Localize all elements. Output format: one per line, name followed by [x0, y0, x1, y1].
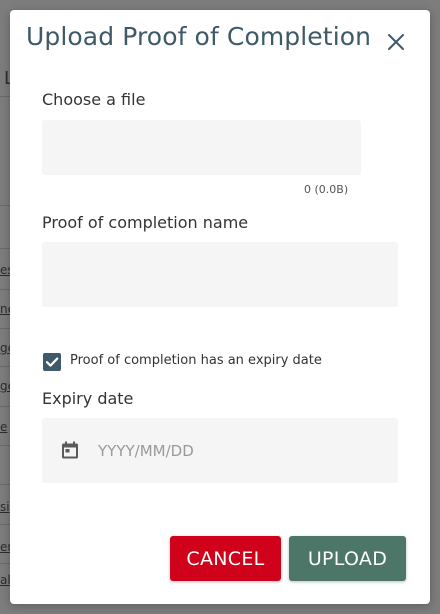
upload-button[interactable]: UPLOAD	[289, 536, 406, 581]
expiry-checkbox[interactable]	[43, 353, 61, 371]
proof-name-label: Proof of completion name	[42, 213, 249, 232]
calendar-icon[interactable]	[60, 440, 80, 460]
expiry-date-field[interactable]: YYYY/MM/DD	[42, 418, 398, 483]
expiry-checkbox-label: Proof of completion has an expiry date	[70, 353, 322, 368]
expiry-date-label: Expiry date	[42, 389, 134, 408]
date-placeholder: YYYY/MM/DD	[98, 442, 194, 460]
cancel-button[interactable]: CANCEL	[170, 536, 281, 581]
dialog-title: Upload Proof of Completion	[26, 22, 372, 51]
proof-name-input[interactable]	[42, 242, 398, 307]
file-size-text: 0 (0.0B)	[304, 183, 349, 196]
file-picker[interactable]	[42, 120, 361, 175]
choose-file-label: Choose a file	[42, 90, 146, 109]
checkmark-icon	[45, 357, 59, 367]
upload-proof-dialog: Upload Proof of Completion Choose a file…	[10, 10, 430, 604]
close-icon	[384, 30, 408, 54]
close-button[interactable]	[384, 30, 408, 54]
